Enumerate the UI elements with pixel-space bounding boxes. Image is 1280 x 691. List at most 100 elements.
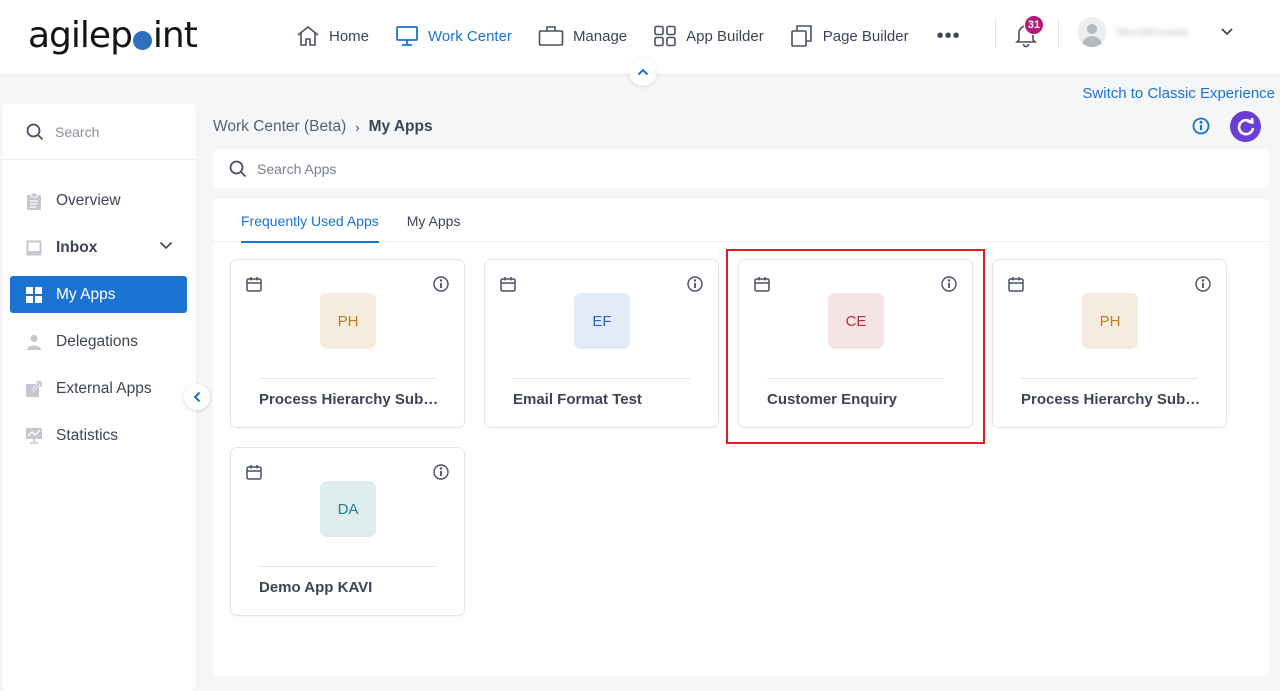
nav-manage[interactable]: Manage <box>538 25 627 47</box>
breadcrumb-parent[interactable]: Work Center (Beta) <box>213 118 346 136</box>
chevron-up-icon <box>637 68 649 76</box>
clipboard-icon <box>27 192 41 210</box>
sidebar-item-label: External Apps <box>56 379 152 397</box>
card-divider <box>513 378 690 379</box>
card-divider <box>259 378 436 379</box>
sidebar-menu: Overview Inbox My Apps Delegations Exter… <box>2 160 196 454</box>
header-divider <box>995 18 996 48</box>
chevron-left-icon <box>193 391 201 403</box>
briefcase-icon <box>538 26 564 46</box>
sidebar-item-overview[interactable]: Overview <box>10 182 187 219</box>
apps-grid-icon <box>26 286 42 303</box>
app-initials-tile: DA <box>320 481 376 537</box>
person-icon <box>27 334 41 350</box>
app-card[interactable]: EF Email Format Test <box>484 259 719 428</box>
sidebar-item-label: Statistics <box>56 426 119 444</box>
nav-work-center-label: Work Center <box>428 27 512 45</box>
sidebar-item-label: My Apps <box>56 285 116 303</box>
agilepoint-logo[interactable]: agilep int <box>28 15 198 56</box>
nav-page-builder[interactable]: Page Builder <box>790 24 909 48</box>
pages-icon <box>790 25 812 47</box>
notification-badge: 31 <box>1024 15 1044 35</box>
collapse-header-button[interactable] <box>629 58 657 86</box>
page-info-button[interactable] <box>1192 117 1210 140</box>
card-divider <box>767 378 944 379</box>
refresh-button[interactable] <box>1230 111 1261 142</box>
search-apps-input[interactable] <box>257 161 1269 177</box>
home-icon <box>297 25 319 46</box>
sidebar-item-my-apps[interactable]: My Apps <box>10 276 187 313</box>
info-icon[interactable] <box>941 276 957 292</box>
info-icon[interactable] <box>687 276 703 292</box>
app-name: Customer Enquiry <box>767 391 898 408</box>
calendar-icon <box>246 465 262 480</box>
switch-classic-link[interactable]: Switch to Classic Experience <box>1082 85 1275 102</box>
header-divider <box>1058 18 1059 48</box>
nav-home-label: Home <box>329 27 370 45</box>
calendar-icon <box>500 277 516 292</box>
app-name: Process Hierarchy Subpr... <box>1021 391 1202 408</box>
nav-manage-label: Manage <box>572 27 628 45</box>
search-icon <box>26 123 44 140</box>
calendar-icon <box>754 277 770 292</box>
sidebar-item-inbox[interactable]: Inbox <box>10 229 187 266</box>
app-name: Demo App KAVI <box>259 579 373 596</box>
apps-tabs: Frequently Used Apps My Apps <box>213 199 1269 243</box>
calendar-icon <box>246 277 262 292</box>
app-initials-tile: EF <box>574 293 630 349</box>
more-menu-icon[interactable]: ••• <box>937 25 961 48</box>
info-icon[interactable] <box>1195 276 1211 292</box>
sidebar-item-external-apps[interactable]: External Apps <box>10 370 187 407</box>
search-apps-field[interactable] <box>213 150 1269 188</box>
user-menu[interactable]: MuraliGowda <box>1077 17 1234 47</box>
tab-frequently-used-apps[interactable]: Frequently Used Apps <box>241 199 379 243</box>
nav-page-builder-label: Page Builder <box>822 27 909 45</box>
search-icon <box>229 160 247 178</box>
nav-app-builder[interactable]: App Builder <box>653 25 764 47</box>
info-icon <box>1192 117 1210 135</box>
main-nav: Home Work Center Manage App Builder Page… <box>296 22 961 50</box>
app-card[interactable]: PH Process Hierarchy Subpr... <box>992 259 1227 428</box>
sidebar-item-label: Inbox <box>56 238 98 256</box>
username: MuraliGowda <box>1117 25 1188 39</box>
app-card[interactable]: CE Customer Enquiry <box>738 259 973 428</box>
app-name: Email Format Test <box>513 391 642 408</box>
breadcrumb: Work Center (Beta) › My Apps <box>213 118 433 136</box>
sidebar-item-statistics[interactable]: Statistics <box>10 417 187 454</box>
chevron-down-icon[interactable] <box>159 241 173 250</box>
calendar-icon <box>1008 277 1024 292</box>
grid-icon <box>654 25 676 47</box>
sidebar: Search Overview Inbox My Apps Delegation… <box>2 104 196 691</box>
sidebar-item-label: Overview <box>56 191 121 209</box>
app-initials-tile: PH <box>320 293 376 349</box>
breadcrumb-current: My Apps <box>368 118 433 135</box>
app-initials-tile: CE <box>828 293 884 349</box>
info-icon[interactable] <box>433 464 449 480</box>
nav-work-center[interactable]: Work Center <box>395 25 512 47</box>
app-initials-tile: PH <box>1082 293 1138 349</box>
app-card[interactable]: DA Demo App KAVI <box>230 447 465 616</box>
external-link-icon <box>26 380 42 397</box>
monitor-icon <box>396 26 418 46</box>
tab-my-apps[interactable]: My Apps <box>407 199 461 242</box>
logo-text-left: agilep <box>28 15 133 56</box>
refresh-icon <box>1237 117 1254 135</box>
sidebar-item-delegations[interactable]: Delegations <box>10 323 187 360</box>
app-card[interactable]: PH Process Hierarchy Subpr... <box>230 259 465 428</box>
avatar <box>1077 17 1107 47</box>
sidebar-search-placeholder: Search <box>55 123 100 140</box>
inbox-icon <box>26 240 42 255</box>
chevron-down-icon <box>1221 28 1233 36</box>
card-divider <box>1021 378 1198 379</box>
sidebar-item-label: Delegations <box>56 332 138 350</box>
breadcrumb-separator: › <box>355 119 360 135</box>
nav-home[interactable]: Home <box>296 25 369 47</box>
logo-dot <box>132 30 152 50</box>
info-icon[interactable] <box>433 276 449 292</box>
sidebar-search[interactable]: Search <box>2 104 196 160</box>
logo-text-right: int <box>152 15 198 56</box>
nav-app-builder-label: App Builder <box>686 27 764 45</box>
app-name: Process Hierarchy Subpr... <box>259 391 440 408</box>
card-divider <box>259 566 436 567</box>
collapse-sidebar-button[interactable] <box>184 384 210 410</box>
